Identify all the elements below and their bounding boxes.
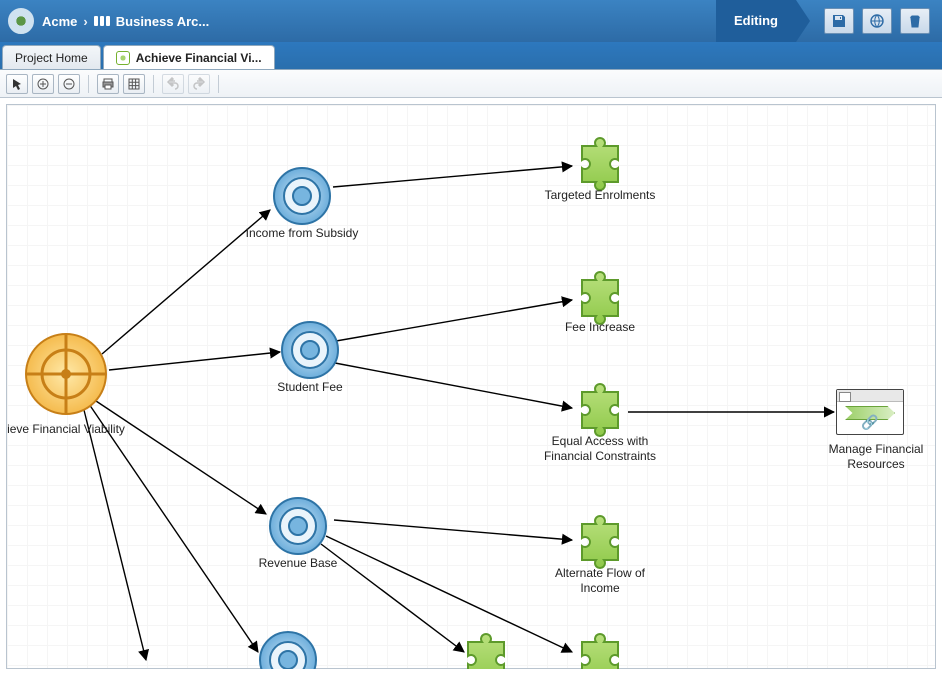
undo-icon [166, 77, 180, 91]
trash-icon [907, 13, 923, 29]
tactic-targeted-enrolments-label: Targeted Enrolments [535, 188, 665, 203]
redo-button[interactable] [188, 74, 210, 94]
diagram-toolbar [0, 70, 942, 98]
objective-student-fee-label: Student Fee [245, 380, 375, 395]
objective-partial-bottom[interactable] [260, 632, 316, 669]
tab-diagram-label: Achieve Financial Vi... [136, 51, 262, 65]
objective-student-fee[interactable] [282, 322, 338, 378]
tab-project-home[interactable]: Project Home [2, 45, 101, 69]
tab-diagram[interactable]: Achieve Financial Vi... [103, 45, 275, 69]
goal-label: ieve Financial Viability [1, 422, 131, 437]
tactic-partial-bottom-1[interactable] [468, 634, 504, 669]
minus-icon [63, 78, 75, 90]
objective-income-subsidy-label: Income from Subsidy [237, 226, 367, 241]
breadcrumb-icon [94, 16, 110, 26]
save-button[interactable] [824, 8, 854, 34]
plus-icon [37, 78, 49, 90]
breadcrumb-sep: › [83, 14, 87, 29]
tactic-fee-increase-label: Fee Increase [535, 320, 665, 335]
grid-icon [127, 77, 141, 91]
tactic-partial-bottom-2[interactable] [582, 634, 618, 669]
tactic-targeted-enrolments[interactable] [582, 138, 618, 190]
tab-project-home-label: Project Home [15, 51, 88, 65]
reference-manage-financial-label: Manage Financial Resources [811, 442, 941, 472]
toolbar-sep-2 [153, 75, 154, 93]
link-icon: 🔗 [861, 414, 878, 431]
tactic-fee-increase[interactable] [582, 272, 618, 324]
mode-indicator[interactable]: Editing [716, 0, 796, 42]
delete-button[interactable] [900, 8, 930, 34]
print-button[interactable] [97, 74, 119, 94]
tactic-alternate-flow-label: Alternate Flow of Income [535, 566, 665, 596]
print-icon [101, 77, 115, 91]
selection-tool[interactable] [6, 74, 28, 94]
tactic-equal-access[interactable] [582, 384, 618, 436]
zoom-in-button[interactable] [32, 74, 54, 94]
toolbar-sep-1 [88, 75, 89, 93]
breadcrumb-current[interactable]: Business Arc... [116, 14, 209, 29]
reference-manage-financial[interactable]: 🔗 [836, 389, 904, 435]
grid-button[interactable] [123, 74, 145, 94]
goal-node[interactable] [26, 334, 106, 414]
save-icon [831, 13, 847, 29]
breadcrumb-root[interactable]: Acme [42, 14, 77, 29]
objective-income-subsidy[interactable] [274, 168, 330, 224]
redo-icon [192, 77, 206, 91]
undo-button[interactable] [162, 74, 184, 94]
zoom-out-button[interactable] [58, 74, 80, 94]
cursor-icon [10, 77, 24, 91]
objective-revenue-base-label: Revenue Base [233, 556, 363, 571]
goal-tab-icon [116, 51, 130, 65]
publish-button[interactable] [862, 8, 892, 34]
tactic-alternate-flow[interactable] [582, 516, 618, 568]
tactic-equal-access-label: Equal Access with Financial Constraints [535, 434, 665, 464]
globe-icon [869, 13, 885, 29]
toolbar-sep-3 [218, 75, 219, 93]
breadcrumb: Acme › Business Arc... [42, 14, 209, 29]
objective-revenue-base[interactable] [270, 498, 326, 554]
app-logo[interactable] [8, 8, 34, 34]
